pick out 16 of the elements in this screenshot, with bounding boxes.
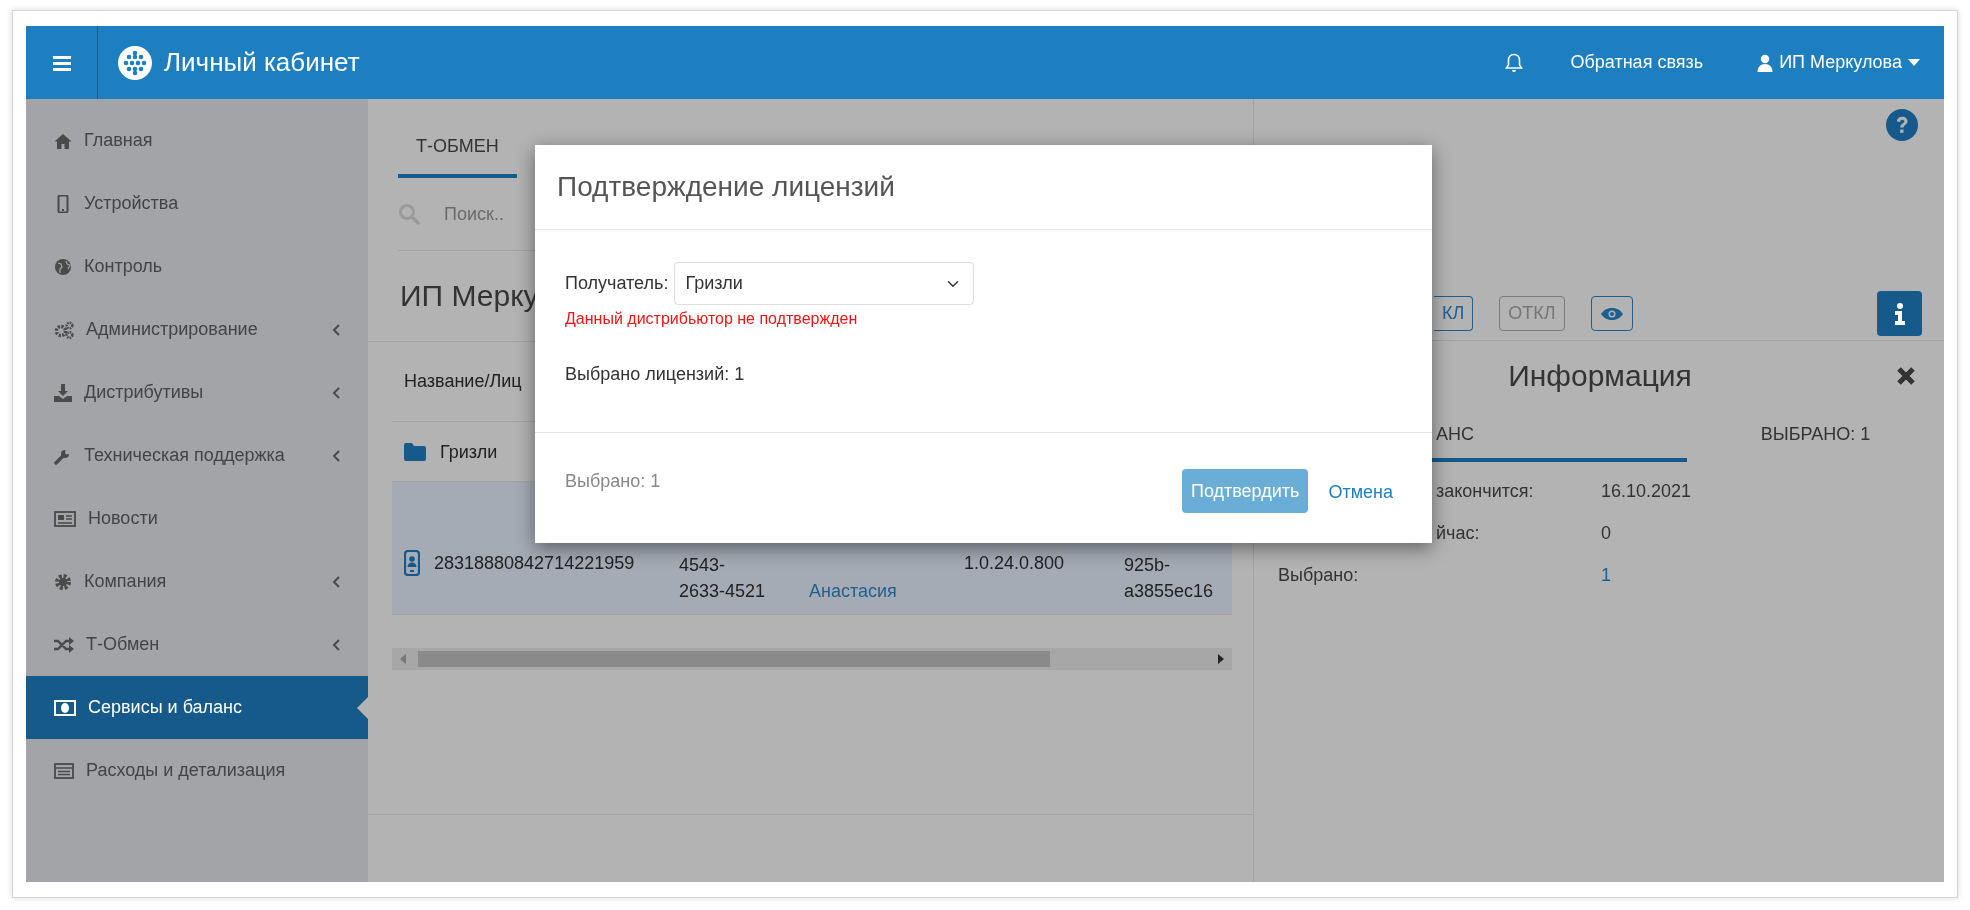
field-label: закончится:	[1436, 479, 1535, 503]
table-cell-text: Гризли	[440, 440, 498, 464]
table-cell-text: 28318880842714221959	[434, 552, 636, 575]
license-count: Выбрано лицензий: 1	[565, 363, 746, 386]
table-cell-text: 1.0.24.0.800	[964, 552, 1066, 575]
table-cell-text: 925b- a3855ec16	[1124, 554, 1215, 603]
error-message: Данный дистрибьютор не подтвержден	[565, 309, 859, 329]
panel-title: Информация	[1507, 358, 1692, 394]
app-title: Личный кабинет	[164, 46, 360, 79]
field-label: Получатель:	[565, 272, 669, 295]
field-label: йчас:	[1436, 521, 1481, 545]
field-value: 0	[1601, 521, 1611, 545]
field-label: Выбрано:	[1278, 563, 1360, 587]
table-cell-text: 4543- 2633-4521	[679, 554, 767, 603]
field-value: 16.10.2021	[1601, 479, 1692, 503]
modal-title: Подтверждение лицензий	[557, 170, 895, 204]
